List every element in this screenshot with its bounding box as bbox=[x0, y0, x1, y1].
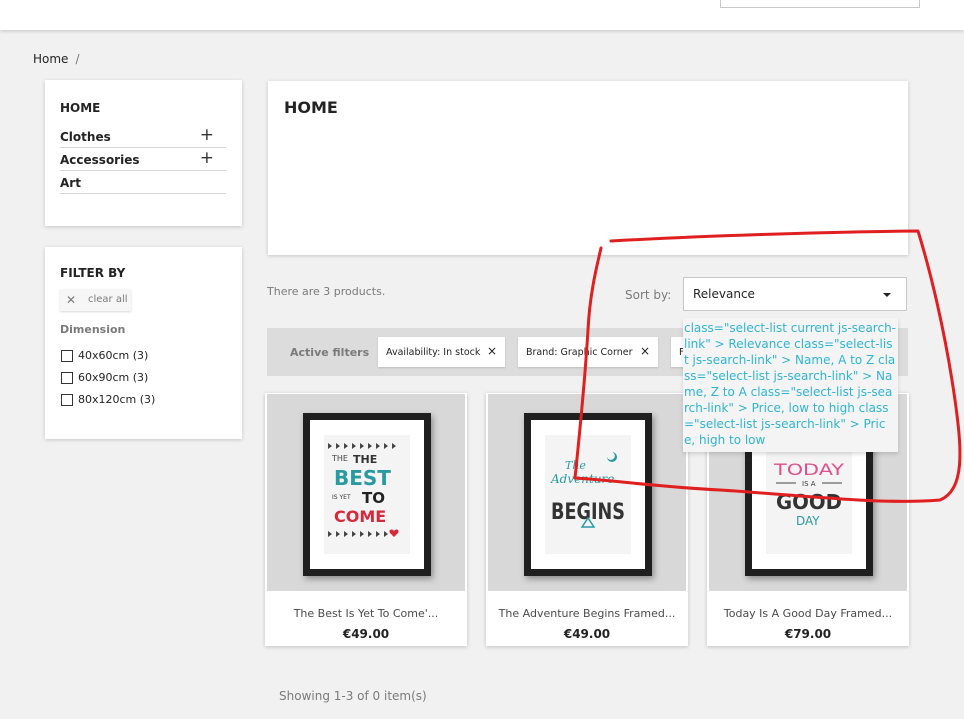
product-title[interactable]: Today Is A Good Day Framed... bbox=[707, 607, 909, 620]
product-card-best-is-yet-to-come[interactable]: THE THE BEST IS YET TO COME The Best Is … bbox=[265, 393, 467, 646]
pagination-summary: Showing 1-3 of 0 item(s) bbox=[279, 689, 427, 703]
category-item-art[interactable]: Art bbox=[60, 171, 226, 194]
facet-title-dimension: Dimension bbox=[60, 323, 126, 336]
poster-text: TO bbox=[362, 489, 385, 507]
sort-by-label: Sort by: bbox=[625, 288, 672, 302]
poster-text: BEST bbox=[334, 466, 391, 490]
facets-panel: FILTER BY ✕ clear all Dimension 40x60cm … bbox=[45, 247, 242, 439]
category-tree-title[interactable]: HOME bbox=[60, 101, 100, 115]
close-icon: ✕ bbox=[66, 293, 77, 307]
poster-text: IS YET bbox=[332, 494, 351, 501]
checkbox[interactable] bbox=[61, 350, 73, 362]
poster-text: The bbox=[565, 459, 586, 472]
poster-text: THE bbox=[353, 453, 377, 466]
poster-text: GOOD bbox=[776, 490, 842, 514]
product-price: €49.00 bbox=[563, 627, 611, 641]
facet-option-label[interactable]: 60x90cm (3) bbox=[78, 371, 148, 384]
expand-plus-icon[interactable]: + bbox=[200, 125, 214, 145]
product-card-adventure-begins[interactable]: The Adventure BEGINS The Adventure Begin… bbox=[486, 393, 688, 646]
product-price: €79.00 bbox=[784, 627, 832, 641]
poster-text: DAY bbox=[796, 514, 820, 528]
poster-text: THE bbox=[331, 454, 348, 463]
category-tree: HOME Clothes + Accessories + Art bbox=[45, 80, 242, 226]
poster-artwork: TODAY IS A GOOD DAY bbox=[773, 460, 845, 528]
facet-option-label[interactable]: 80x120cm (3) bbox=[78, 393, 155, 406]
chevron-down-icon[interactable] bbox=[883, 293, 891, 297]
product-title[interactable]: The Adventure Begins Framed... bbox=[486, 607, 688, 620]
filter-chip-brand[interactable]: Brand: Graphic Corner × bbox=[518, 337, 658, 367]
filter-by-title: FILTER BY bbox=[60, 266, 126, 280]
breadcrumb-separator: / bbox=[75, 52, 80, 66]
filter-chip-availability[interactable]: Availability: In stock × bbox=[378, 337, 505, 367]
products-count: There are 3 products. bbox=[267, 285, 386, 298]
clear-all-label: clear all bbox=[88, 294, 128, 305]
expand-plus-icon[interactable]: + bbox=[200, 148, 214, 168]
sort-dropdown-menu[interactable]: class="select-list current js-search-lin… bbox=[683, 318, 898, 452]
poster-artwork: THE THE BEST IS YET TO COME bbox=[328, 443, 399, 537]
poster-text: BEGINS bbox=[551, 500, 625, 525]
category-label[interactable]: Clothes bbox=[60, 130, 111, 144]
remove-filter-icon[interactable]: × bbox=[487, 344, 497, 358]
checkbox[interactable] bbox=[61, 394, 73, 406]
sort-select[interactable]: Relevance bbox=[683, 277, 907, 311]
sort-selected-value[interactable]: Relevance bbox=[693, 287, 755, 301]
poster-artwork: The Adventure BEGINS bbox=[550, 452, 625, 528]
poster-text: COME bbox=[334, 507, 386, 526]
framed-poster-image: The Adventure BEGINS bbox=[524, 413, 652, 576]
product-thumbnail[interactable]: The Adventure BEGINS bbox=[488, 394, 686, 591]
category-item-accessories[interactable]: Accessories + bbox=[60, 148, 226, 171]
sort-dropdown-options[interactable]: class="select-list current js-search-lin… bbox=[684, 320, 896, 448]
search-field[interactable] bbox=[720, 0, 920, 8]
filter-chip-label: Brand: Graphic Corner bbox=[526, 347, 633, 358]
product-price: €49.00 bbox=[342, 627, 390, 641]
category-label[interactable]: Art bbox=[60, 176, 81, 190]
framed-poster-image: THE THE BEST IS YET TO COME bbox=[303, 413, 431, 576]
checkbox[interactable] bbox=[61, 372, 73, 384]
filter-chip-label: Availability: In stock bbox=[386, 347, 481, 358]
category-label[interactable]: Accessories bbox=[60, 153, 140, 167]
clear-all-button[interactable]: ✕ clear all bbox=[60, 289, 131, 311]
active-filters-label: Active filters bbox=[290, 346, 370, 359]
facet-option-label[interactable]: 40x60cm (3) bbox=[78, 349, 148, 362]
category-header-card: HOME bbox=[268, 81, 908, 255]
poster-text: IS A bbox=[802, 480, 816, 488]
category-item-clothes[interactable]: Clothes + bbox=[60, 125, 226, 148]
breadcrumb: Home / bbox=[33, 52, 79, 66]
breadcrumb-home-link[interactable]: Home bbox=[33, 52, 68, 66]
remove-filter-icon[interactable]: × bbox=[640, 344, 650, 358]
page-title: HOME bbox=[284, 98, 338, 117]
header-bar bbox=[0, 0, 964, 30]
product-thumbnail[interactable]: THE THE BEST IS YET TO COME bbox=[267, 394, 465, 591]
product-title[interactable]: The Best Is Yet To Come'... bbox=[265, 607, 467, 620]
poster-text: Adventure bbox=[550, 472, 614, 486]
poster-text: TODAY bbox=[773, 460, 845, 479]
